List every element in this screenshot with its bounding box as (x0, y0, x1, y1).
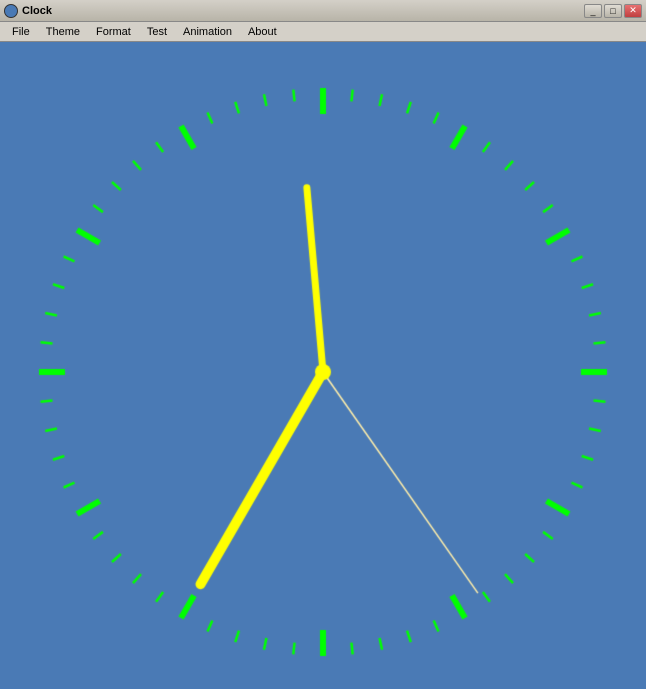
menu-file[interactable]: File (4, 24, 38, 40)
clock-canvas (0, 42, 646, 689)
maximize-button[interactable]: □ (604, 4, 622, 18)
title-bar: Clock _ □ ✕ (0, 0, 646, 22)
menu-about[interactable]: About (240, 24, 285, 40)
menu-animation[interactable]: Animation (175, 24, 240, 40)
menu-format[interactable]: Format (88, 24, 139, 40)
clock-area (0, 42, 646, 689)
minimize-button[interactable]: _ (584, 4, 602, 18)
menu-test[interactable]: Test (139, 24, 175, 40)
title-bar-left: Clock (4, 4, 52, 18)
close-button[interactable]: ✕ (624, 4, 642, 18)
menu-theme[interactable]: Theme (38, 24, 88, 40)
title-text: Clock (22, 5, 52, 17)
app-icon (4, 4, 18, 18)
menu-bar: File Theme Format Test Animation About (0, 22, 646, 42)
title-bar-controls: _ □ ✕ (584, 4, 642, 18)
